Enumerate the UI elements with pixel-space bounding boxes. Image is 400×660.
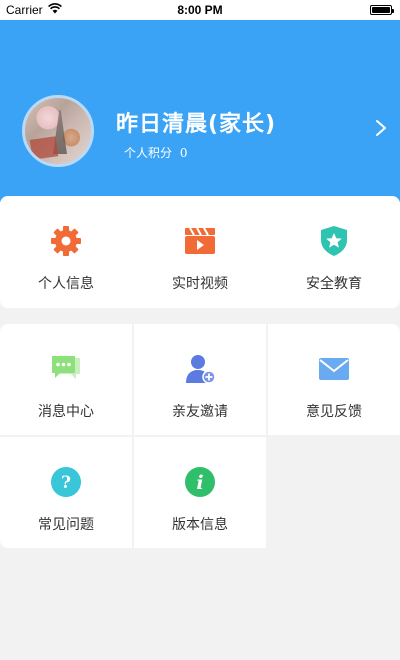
chevron-right-icon[interactable] xyxy=(374,118,388,138)
menu-item-live-video[interactable]: 实时视频 xyxy=(134,196,266,307)
points-label: 个人积分 xyxy=(124,146,173,160)
clapperboard-icon xyxy=(185,227,215,254)
menu-item-safety-education[interactable]: 安全教育 xyxy=(268,196,400,307)
profile-header[interactable]: 昨日清晨(家长) 个人积分 0 xyxy=(0,20,400,220)
menu-label: 消息中心 xyxy=(38,404,94,420)
menu-label: 版本信息 xyxy=(172,517,228,533)
secondary-menu-card: 消息中心 亲友邀请 意见反馈 ? 常见问题 i 版本信息 xyxy=(0,324,400,548)
menu-label: 安全教育 xyxy=(306,276,362,292)
menu-label: 意见反馈 xyxy=(306,404,362,420)
add-person-icon xyxy=(186,355,216,384)
menu-label: 实时视频 xyxy=(172,276,228,292)
avatar[interactable] xyxy=(22,95,94,167)
user-name: 昨日清晨(家长) xyxy=(116,112,277,137)
menu-item-faq[interactable]: ? 常见问题 xyxy=(0,437,132,548)
points-row: 个人积分 0 xyxy=(124,144,191,161)
svg-text:i: i xyxy=(196,472,203,494)
points-value: 0 xyxy=(179,146,188,160)
shield-star-icon xyxy=(321,226,347,256)
menu-item-profile-info[interactable]: 个人信息 xyxy=(0,196,132,307)
info-icon: i xyxy=(185,467,215,497)
menu-item-version-info[interactable]: i 版本信息 xyxy=(134,437,266,548)
status-bar: Carrier 8:00 PM xyxy=(0,0,400,20)
chat-icon xyxy=(52,356,80,379)
menu-label: 亲友邀请 xyxy=(172,404,228,420)
battery-icon xyxy=(370,5,394,15)
clock: 8:00 PM xyxy=(177,3,223,17)
envelope-icon xyxy=(319,358,349,380)
primary-menu-card: 个人信息 实时视频 安全教育 xyxy=(0,196,400,308)
question-icon: ? xyxy=(51,467,81,497)
gear-icon xyxy=(51,226,81,256)
svg-text:?: ? xyxy=(61,473,71,493)
menu-item-message-center[interactable]: 消息中心 xyxy=(0,324,132,435)
menu-label: 个人信息 xyxy=(38,276,94,292)
menu-item-invite-family[interactable]: 亲友邀请 xyxy=(134,324,266,435)
menu-item-feedback[interactable]: 意见反馈 xyxy=(268,324,400,435)
menu-label: 常见问题 xyxy=(38,517,94,533)
